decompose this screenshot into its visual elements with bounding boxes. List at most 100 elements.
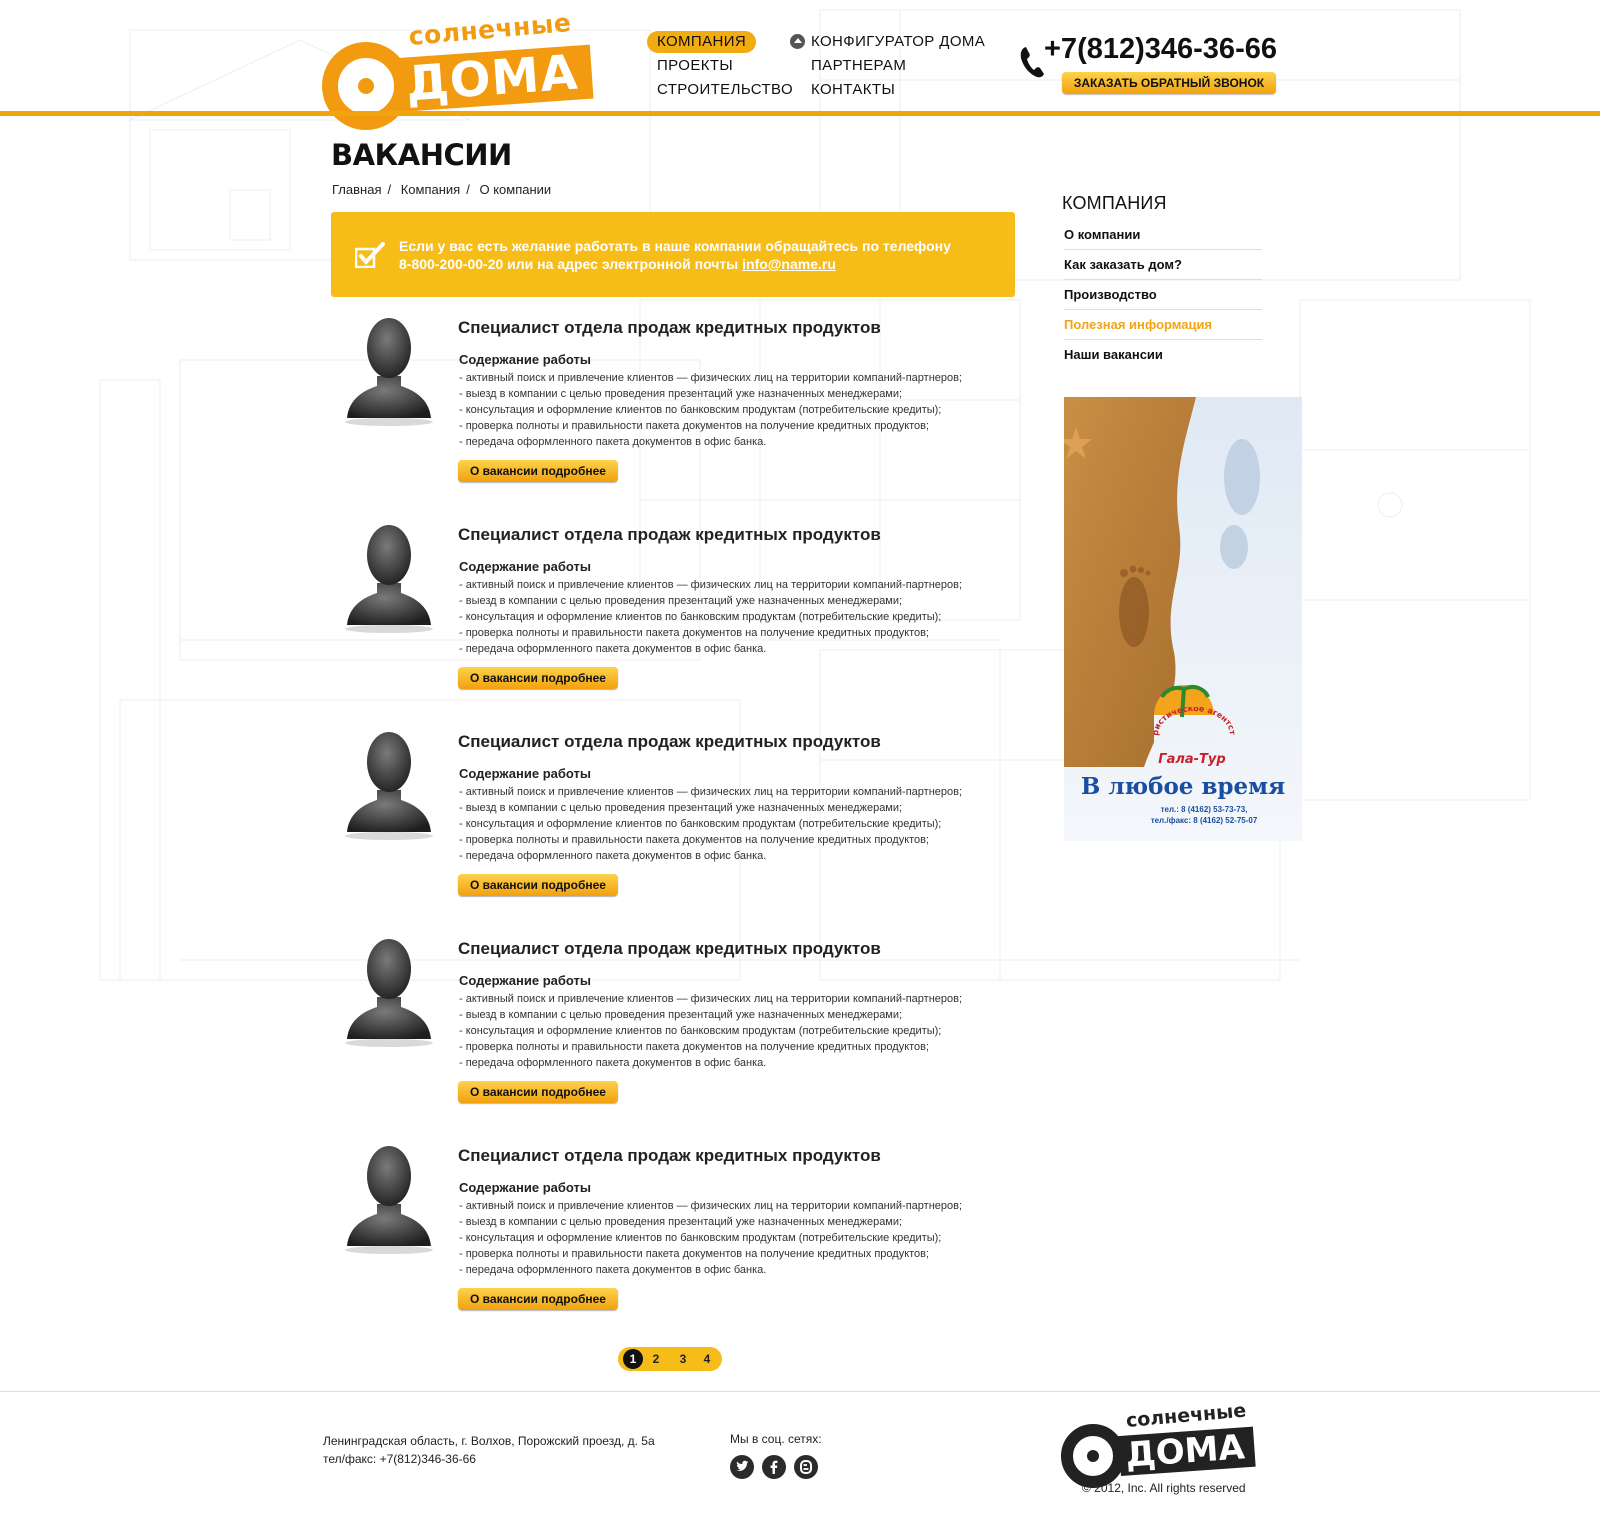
main-nav-column-1: КОМПАНИЯ ПРОЕКТЫ СТРОИТЕЛЬСТВО	[647, 31, 793, 103]
vacancy-duty: - выезд в компании с целью проведения пр…	[459, 802, 903, 814]
vacancy-duties: - активный поиск и привлечение клиентов …	[459, 1198, 962, 1278]
page-title: ВАКАНСИИ	[331, 138, 512, 172]
sidebar-item-useful-info[interactable]: Полезная информация	[1064, 310, 1262, 340]
vacancy-item: Специалист отдела продаж кредитных проду…	[331, 521, 1031, 711]
vacancy-duty: - консультация и оформление клиентов по …	[459, 1232, 942, 1244]
vacancy-item: Специалист отдела продаж кредитных проду…	[331, 1142, 1031, 1332]
site-logo[interactable]: солнечные ДОМА	[322, 8, 632, 130]
nav-item-company[interactable]: КОМПАНИЯ	[647, 31, 793, 55]
nav-item-contacts[interactable]: КОНТАКТЫ	[811, 79, 985, 103]
banner-phone-1: тел.: 8 (4162) 53-73-73,	[1160, 805, 1248, 814]
vacancy-duty: - консультация и оформление клиентов по …	[459, 1025, 942, 1037]
svg-text:туристическое агентство: туристическое агентство	[1152, 707, 1236, 736]
person-avatar-icon	[345, 318, 433, 426]
footer-logo-ring	[1061, 1424, 1125, 1488]
vacancy-subtitle: Содержание работы	[459, 766, 591, 781]
vacancy-duty: - передача оформленного пакета документо…	[459, 436, 767, 448]
footer-address: Ленинградская область, г. Волхов, Порожс…	[323, 1434, 655, 1448]
person-avatar-icon	[345, 939, 433, 1047]
breadcrumb: Главная / Компания / О компании	[332, 182, 555, 197]
breadcrumb-separator: /	[466, 182, 470, 197]
vacancy-details-button[interactable]: О вакансии подробнее	[458, 460, 618, 482]
page-4[interactable]: 4	[697, 1349, 717, 1369]
vacancy-details-button[interactable]: О вакансии подробнее	[458, 667, 618, 689]
home-icon	[790, 34, 805, 49]
person-avatar-icon	[345, 1146, 433, 1254]
footer-phone: тел/факс: +7(812)346-36-66	[323, 1452, 476, 1466]
vacancy-details-button[interactable]: О вакансии подробнее	[458, 1288, 618, 1310]
footer-logo-top-text: солнечные	[1125, 1399, 1248, 1432]
vacancy-title[interactable]: Специалист отдела продаж кредитных проду…	[458, 939, 881, 959]
twitter-icon[interactable]	[730, 1455, 754, 1479]
notice-line-1: Если у вас есть желание работать в наше …	[399, 238, 951, 254]
pagination: 1 2 3 4	[618, 1347, 722, 1371]
sidebar-title: КОМПАНИЯ	[1062, 193, 1167, 213]
sidebar-item-about[interactable]: О компании	[1064, 220, 1262, 250]
person-avatar-icon	[345, 732, 433, 840]
page-3[interactable]: 3	[673, 1349, 693, 1369]
vacancy-duty: - проверка полноты и правильности пакета…	[459, 627, 930, 639]
logo-top-text: солнечные	[407, 7, 573, 51]
vacancy-item: Специалист отдела продаж кредитных проду…	[331, 935, 1031, 1125]
vacancy-title[interactable]: Специалист отдела продаж кредитных проду…	[458, 732, 881, 752]
person-avatar-icon	[345, 525, 433, 633]
vacancy-subtitle: Содержание работы	[459, 352, 591, 367]
vacancy-duty: - передача оформленного пакета документо…	[459, 1057, 767, 1069]
vacancy-duty: - проверка полноты и правильности пакета…	[459, 1248, 930, 1260]
breadcrumb-company[interactable]: Компания	[401, 182, 461, 197]
checkmark-icon	[355, 242, 385, 268]
vacancy-duty: - активный поиск и привлечение клиентов …	[459, 372, 963, 384]
footer-logo[interactable]: солнечные ДОМА	[1061, 1400, 1281, 1488]
nav-item-configurator-label: КОНФИГУРАТОР ДОМА	[811, 33, 986, 50]
notice-email-link[interactable]: info@name.ru	[742, 256, 836, 272]
page-1[interactable]: 1	[623, 1349, 643, 1369]
nav-item-company-label: КОМПАНИЯ	[647, 31, 757, 53]
vacancy-duties: - активный поиск и привлечение клиентов …	[459, 991, 962, 1071]
banner-agency-label: туристическое агентство	[1149, 700, 1237, 753]
vacancy-title[interactable]: Специалист отдела продаж кредитных проду…	[458, 525, 881, 545]
vacancy-duty: - передача оформленного пакета документо…	[459, 1264, 767, 1276]
agency-text: туристическое агентство	[1149, 700, 1237, 736]
order-callback-button[interactable]: ЗАКАЗАТЬ ОБРАТНЫЙ ЗВОНОК	[1062, 72, 1276, 94]
vacancy-duty: - выезд в компании с целью проведения пр…	[459, 1216, 903, 1228]
copyright: © 2012, Inc. All rights reserved	[1082, 1481, 1246, 1495]
notice-line-2: 8-800-200-00-20 или на адрес электронной…	[399, 256, 739, 272]
vacancy-details-button[interactable]: О вакансии подробнее	[458, 1081, 618, 1103]
vacancy-details-button[interactable]: О вакансии подробнее	[458, 874, 618, 896]
agency-arc-text: туристическое агентство	[1149, 700, 1237, 736]
breadcrumb-home[interactable]: Главная	[332, 182, 381, 197]
banner-agency-name: Гала-Тур	[1158, 752, 1226, 767]
vacancy-duty: - активный поиск и привлечение клиентов …	[459, 786, 963, 798]
vacancy-subtitle: Содержание работы	[459, 559, 591, 574]
vacancy-duty: - активный поиск и привлечение клиентов …	[459, 993, 963, 1005]
vacancy-duties: - активный поиск и привлечение клиентов …	[459, 784, 962, 864]
header-phone-number[interactable]: +7(812)346-36-66	[1044, 33, 1277, 66]
logo-sun-dot	[358, 78, 374, 94]
facebook-icon[interactable]	[762, 1455, 786, 1479]
vacancy-duty: - активный поиск и привлечение клиентов …	[459, 1200, 963, 1212]
vacancy-title[interactable]: Специалист отдела продаж кредитных проду…	[458, 1146, 881, 1166]
footer-contacts: Ленинградская область, г. Волхов, Порожс…	[323, 1432, 655, 1468]
sidebar-item-production[interactable]: Производство	[1064, 280, 1262, 310]
social-label: Мы в соц. сетях:	[730, 1432, 822, 1446]
logo-bottom-text: ДОМА	[396, 45, 594, 112]
vacancy-title[interactable]: Специалист отдела продаж кредитных проду…	[458, 318, 881, 338]
page-2[interactable]: 2	[646, 1349, 666, 1369]
breadcrumb-current: О компании	[479, 182, 552, 197]
vacancy-duties: - активный поиск и привлечение клиентов …	[459, 370, 962, 450]
vacancy-subtitle: Содержание работы	[459, 1180, 591, 1195]
sidebar-item-how-to-order[interactable]: Как заказать дом?	[1064, 250, 1262, 280]
nav-item-projects[interactable]: ПРОЕКТЫ	[657, 55, 793, 79]
vacancy-duty: - передача оформленного пакета документо…	[459, 643, 767, 655]
vacancy-duty: - консультация и оформление клиентов по …	[459, 818, 942, 830]
sidebar-item-vacancies[interactable]: Наши вакансии	[1064, 340, 1262, 369]
vacancy-duty: - выезд в компании с целью проведения пр…	[459, 388, 903, 400]
nav-item-construction[interactable]: СТРОИТЕЛЬСТВО	[657, 79, 793, 103]
footer-logo-bottom-text: ДОМА	[1118, 1426, 1257, 1476]
blogger-icon[interactable]	[794, 1455, 818, 1479]
nav-item-partners[interactable]: ПАРТНЕРАМ	[811, 55, 985, 79]
ad-banner[interactable]: туристическое агентство Гала-Тур В любое…	[1064, 397, 1302, 841]
vacancy-item: Специалист отдела продаж кредитных проду…	[331, 728, 1031, 918]
vacancy-duty: - консультация и оформление клиентов по …	[459, 404, 942, 416]
nav-item-configurator[interactable]: КОНФИГУРАТОР ДОМА	[790, 31, 985, 55]
